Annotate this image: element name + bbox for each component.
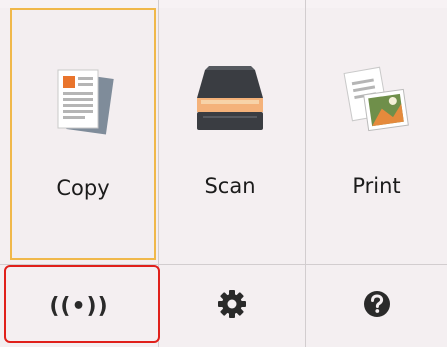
wireless-highlight bbox=[4, 265, 160, 343]
print-button[interactable]: Print bbox=[306, 8, 447, 260]
top-strip bbox=[0, 0, 447, 8]
question-icon bbox=[362, 289, 392, 323]
copy-label: Copy bbox=[56, 176, 110, 200]
printer-home-screen: Copy Scan Print ((•)) bbox=[0, 0, 447, 347]
scan-label: Scan bbox=[204, 174, 256, 198]
print-icon bbox=[340, 62, 414, 146]
scanner-icon bbox=[191, 62, 269, 146]
scan-button[interactable]: Scan bbox=[160, 8, 300, 260]
print-label: Print bbox=[352, 174, 401, 198]
help-button[interactable] bbox=[306, 265, 447, 347]
gear-icon bbox=[217, 289, 247, 323]
copy-icon bbox=[48, 64, 118, 148]
settings-button[interactable] bbox=[158, 265, 306, 347]
copy-button[interactable]: Copy bbox=[10, 8, 156, 260]
